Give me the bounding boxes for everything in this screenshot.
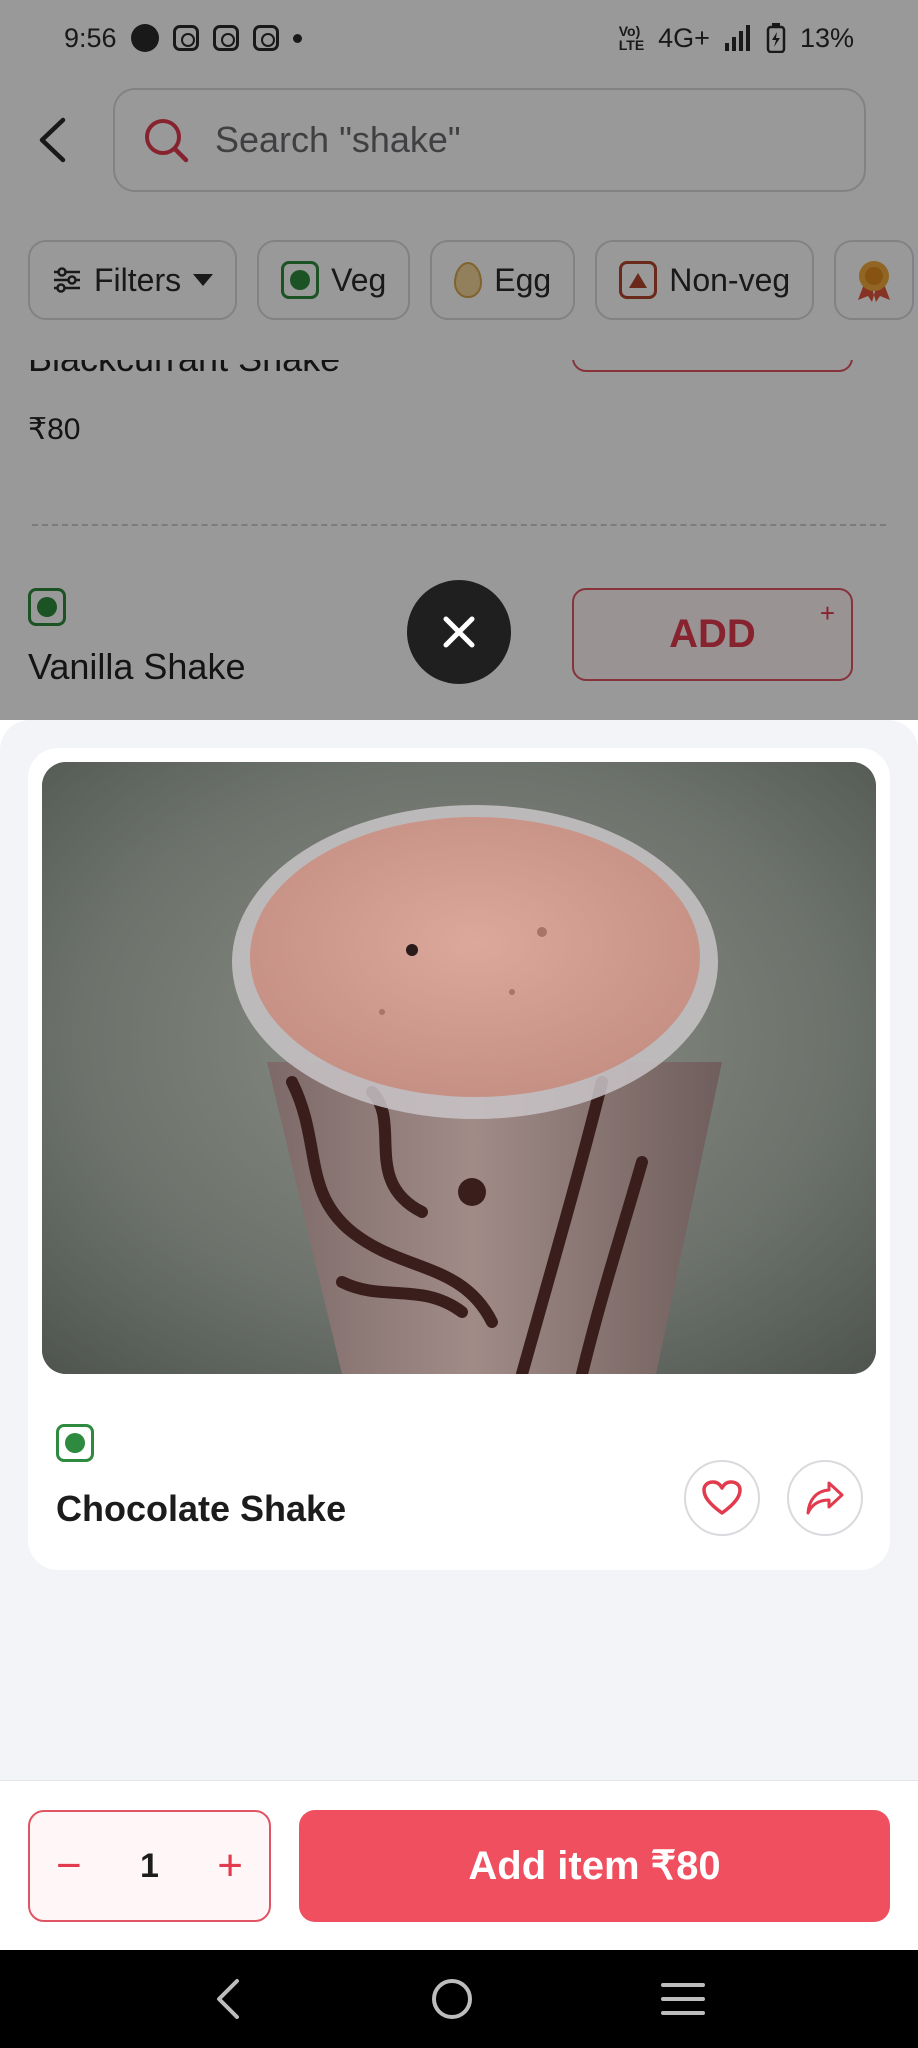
add-item-button[interactable]: Add item ₹80: [299, 1810, 890, 1922]
quantity-stepper: − 1 +: [28, 1810, 271, 1922]
share-button[interactable]: [787, 1460, 863, 1536]
heart-icon: [702, 1480, 742, 1515]
item-card: Chocolate Shake: [28, 748, 890, 1570]
quantity-value: 1: [140, 1846, 159, 1885]
nav-back-icon[interactable]: [213, 1977, 243, 2021]
favorite-button[interactable]: [684, 1460, 760, 1536]
chocolate-shake-image: [42, 762, 876, 1374]
item-photo: [42, 762, 876, 1374]
close-icon: [443, 616, 475, 648]
close-button[interactable]: [407, 580, 511, 684]
system-navigation-bar: [0, 1950, 918, 2048]
nav-recents-icon[interactable]: [660, 1981, 705, 2017]
add-item-label: Add item ₹80: [468, 1844, 721, 1888]
decrease-quantity-button[interactable]: −: [56, 1844, 82, 1888]
add-to-cart-bar: − 1 + Add item ₹80: [0, 1780, 918, 1950]
share-icon: [806, 1481, 844, 1515]
item-detail-sheet: Chocolate Shake: [0, 720, 918, 1950]
veg-icon: [56, 1424, 94, 1462]
nav-home-icon[interactable]: [430, 1977, 474, 2021]
increase-quantity-button[interactable]: +: [217, 1844, 243, 1888]
item-title: Chocolate Shake: [56, 1488, 347, 1529]
